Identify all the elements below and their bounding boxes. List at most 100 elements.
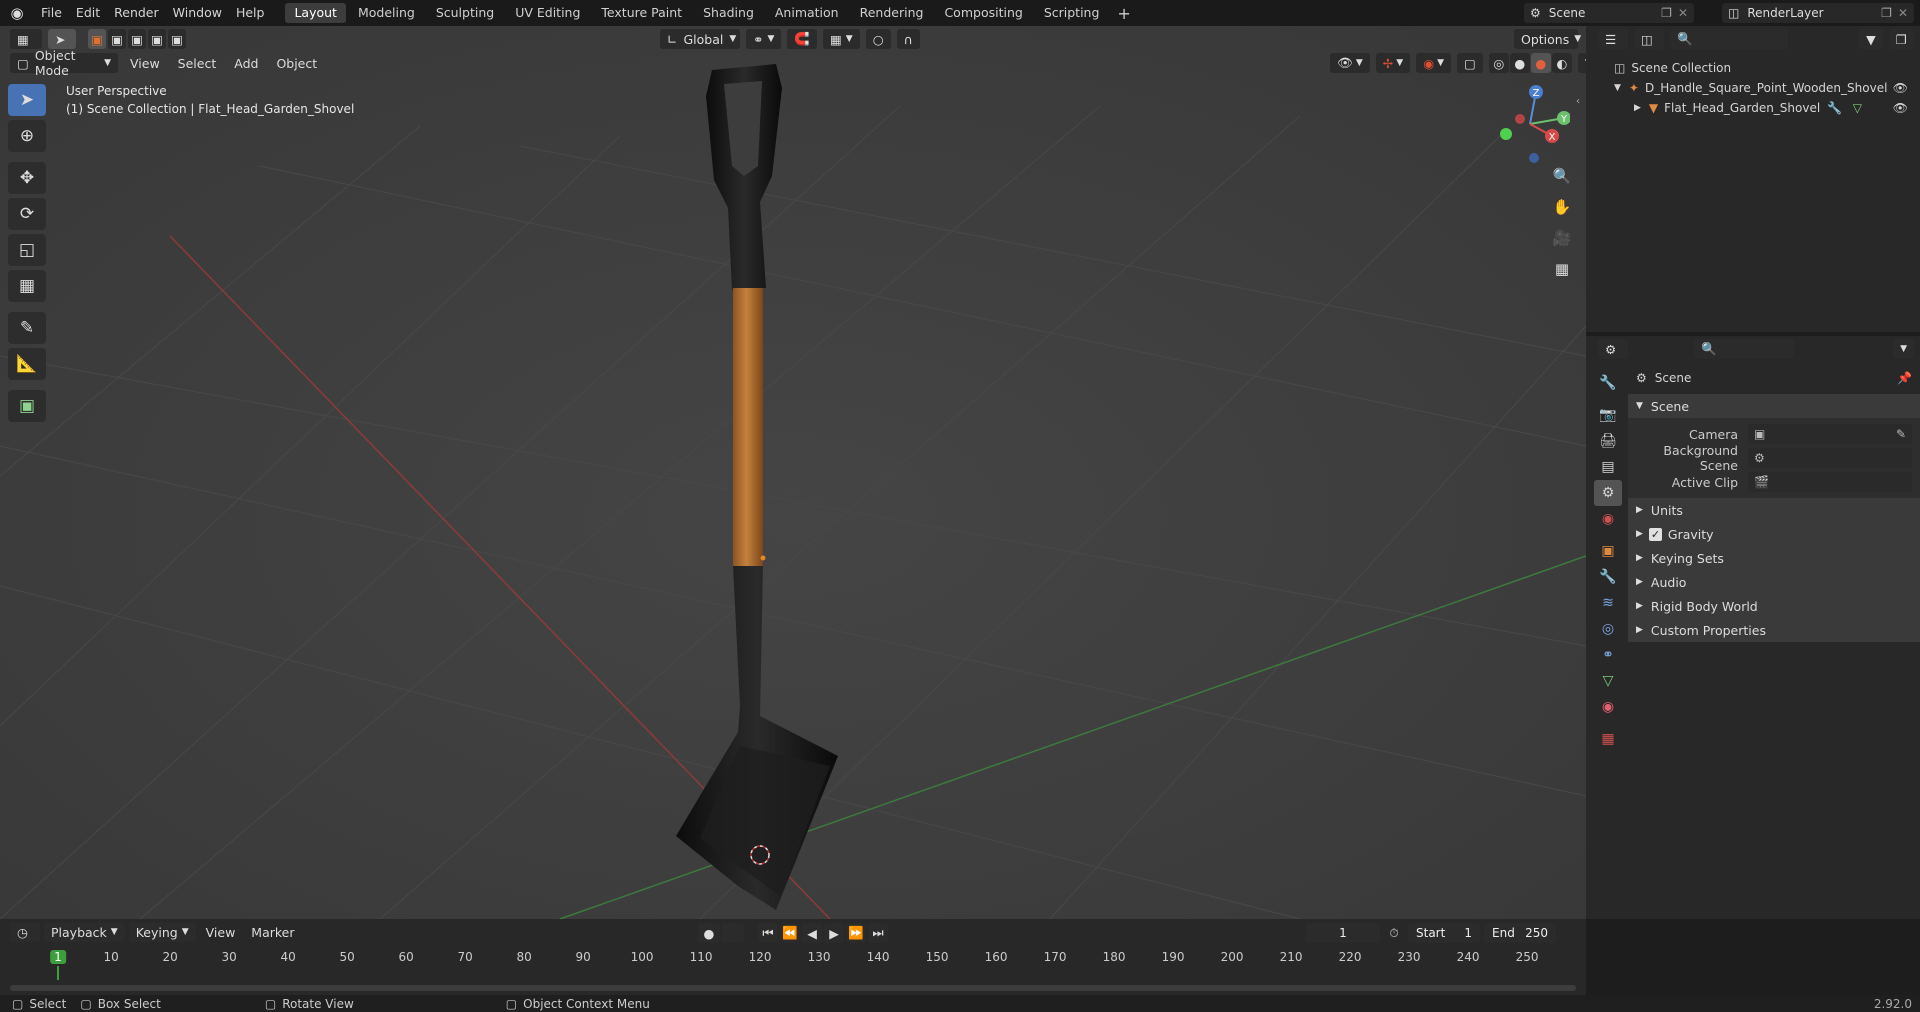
tab-layout[interactable]: Layout [285, 3, 346, 23]
view-layer-tab-icon[interactable]: ▤ [1594, 454, 1622, 480]
menu-select[interactable]: Select [172, 56, 223, 71]
select-subtract-icon[interactable]: ▣ [128, 29, 146, 49]
shading-options-icon[interactable]: ▼ [1577, 53, 1586, 73]
frame-ruler[interactable]: 1 10 20 30 40 50 60 70 80 90 100 110 120 130 140 150 160… [10, 950, 1580, 980]
tab-shading[interactable]: Shading [694, 3, 763, 23]
select-new-icon[interactable]: ▣ [88, 29, 106, 49]
play-icon[interactable]: ▶ [824, 923, 844, 943]
tab-rendering[interactable]: Rendering [851, 3, 933, 23]
select-invert-icon[interactable]: ▣ [148, 29, 166, 49]
audio-subpanel[interactable]: ▶ Audio [1628, 570, 1920, 594]
jump-end-icon[interactable]: ⏭ [868, 923, 888, 943]
data-tab-icon[interactable]: ▽ [1594, 668, 1622, 694]
constraints-tab-icon[interactable]: ⚭ [1594, 642, 1622, 668]
pivot-point-button[interactable]: ⚭ ▼ [746, 29, 782, 49]
gizmo-toggle[interactable]: ✢ ▼ [1375, 53, 1411, 73]
wireframe-shading-icon[interactable]: ◎ [1488, 53, 1509, 73]
move-tool-icon[interactable]: ✥ [8, 162, 46, 194]
active-clip-field[interactable]: 🎬 [1748, 472, 1912, 492]
proportional-falloff-button[interactable]: ∩ [896, 29, 920, 49]
outliner-editor-type-icon[interactable]: ☰ [1598, 29, 1628, 49]
menu-view[interactable]: View [124, 56, 166, 71]
mode-dropdown[interactable]: ▢ Object Mode ▼ [10, 48, 118, 78]
stopwatch-icon[interactable]: ⏱ [1384, 926, 1404, 941]
tab-animation[interactable]: Animation [766, 3, 848, 23]
orientation-dropdown[interactable]: ∟ Global ▼ [660, 29, 740, 49]
properties-options-icon[interactable]: ▼ [1893, 339, 1914, 359]
current-frame-field[interactable]: 1 [1306, 923, 1380, 943]
menu-render[interactable]: Render [107, 0, 166, 26]
copy-scene-icon[interactable]: ❐ [1661, 6, 1672, 20]
particles-tab-icon[interactable]: ≋ [1594, 590, 1622, 616]
options-button[interactable]: Options ▼ [1514, 29, 1581, 49]
record-icon[interactable]: ● [698, 923, 720, 943]
camera-view-icon[interactable]: 🎥 [1548, 224, 1576, 252]
measure-tool-icon[interactable]: 📐 [8, 348, 46, 380]
object-tab-icon[interactable]: ▣ [1594, 538, 1622, 564]
output-tab-icon[interactable]: 🖨 [1594, 428, 1622, 454]
keying-menu[interactable]: Keying ▼ [128, 922, 196, 942]
tab-scripting[interactable]: Scripting [1035, 3, 1109, 23]
menu-add[interactable]: Add [228, 56, 264, 71]
auto-key-options-icon[interactable] [722, 923, 744, 943]
delete-layer-icon[interactable]: ✕ [1898, 6, 1908, 20]
timeline-view-menu[interactable]: View [200, 925, 242, 940]
gravity-subpanel[interactable]: ▶ ✓ Gravity [1628, 522, 1920, 546]
rotate-tool-icon[interactable]: ⟳ [8, 198, 46, 230]
scale-tool-icon[interactable]: ◱ [8, 234, 46, 266]
timeline-scrollbar[interactable] [10, 985, 1576, 991]
end-frame-field[interactable]: End 250 [1484, 923, 1556, 943]
snap-target-button[interactable]: ▦ ▼ [822, 29, 860, 49]
menu-help[interactable]: Help [229, 0, 272, 26]
tab-uv-editing[interactable]: UV Editing [506, 3, 589, 23]
material-tab-icon[interactable]: ◉ [1594, 694, 1622, 720]
start-frame-field[interactable]: Start 1 [1408, 923, 1480, 943]
rigid-body-world-subpanel[interactable]: ▶ Rigid Body World [1628, 594, 1920, 618]
current-frame-indicator[interactable]: 1 [50, 950, 66, 964]
menu-window[interactable]: Window [166, 0, 229, 26]
menu-object[interactable]: Object [270, 56, 323, 71]
modifier-wrench-icon[interactable]: 🔧 [1827, 101, 1842, 115]
camera-field[interactable]: ▣ ✎ [1748, 424, 1912, 444]
snap-toggle[interactable]: 🧲 [787, 29, 817, 49]
jump-start-icon[interactable]: ⏮ [758, 923, 778, 943]
tool-tab-icon[interactable]: 🔧 [1594, 370, 1622, 396]
add-workspace-icon[interactable]: + [1111, 4, 1136, 23]
eyedropper-icon[interactable]: ✎ [1896, 427, 1906, 441]
solid-shading-icon[interactable]: ● [1509, 53, 1530, 73]
zoom-icon[interactable]: 🔍 [1548, 162, 1576, 190]
select-intersect-icon[interactable]: ▣ [168, 29, 186, 49]
tab-sculpting[interactable]: Sculpting [427, 3, 503, 23]
rendered-shading-icon[interactable]: ◐ [1551, 53, 1572, 73]
scene-panel-header[interactable]: ▼ Scene [1628, 394, 1920, 418]
properties-search-input[interactable]: 🔍 [1694, 339, 1794, 359]
outliner-search-input[interactable]: 🔍 [1670, 29, 1788, 49]
new-collection-icon[interactable]: ❐ [1888, 29, 1914, 49]
timeline-editor-type-icon[interactable]: ◷ [10, 922, 40, 942]
menu-file[interactable]: File [34, 0, 69, 26]
visibility-button[interactable]: 👁 ▼ [1330, 53, 1370, 73]
pin-icon[interactable]: 📌 [1897, 371, 1912, 385]
render-tab-icon[interactable]: 📷 [1594, 402, 1622, 428]
delete-scene-icon[interactable]: ✕ [1678, 6, 1688, 20]
background-scene-field[interactable]: ⚙ [1748, 448, 1912, 468]
timeline-marker-menu[interactable]: Marker [245, 925, 300, 940]
playback-menu[interactable]: Playback ▼ [44, 922, 125, 942]
blender-logo-icon[interactable]: ◉ [0, 0, 34, 26]
add-cube-tool-icon[interactable]: ▣ [8, 390, 46, 422]
tab-compositing[interactable]: Compositing [935, 3, 1031, 23]
outliner-item[interactable]: ▶ ▼ Flat_Head_Garden_Shovel 🔧 ▽ 👁 [1614, 98, 1920, 118]
next-keyframe-icon[interactable]: ⏩ [846, 923, 866, 943]
copy-layer-icon[interactable]: ❐ [1881, 6, 1892, 20]
annotate-tool-icon[interactable]: ✎ [8, 312, 46, 344]
transform-tool-icon[interactable]: ▦ [8, 270, 46, 302]
cursor-tool-icon[interactable]: ⊕ [8, 120, 46, 152]
view-layer-dropdown[interactable]: ◫ RenderLayer ❐ ✕ [1722, 3, 1914, 23]
gravity-checkbox[interactable]: ✓ [1648, 527, 1662, 541]
xray-toggle[interactable]: ▢ [1457, 53, 1483, 73]
modifier-tab-icon[interactable]: 🔧 [1594, 564, 1622, 590]
3d-viewport[interactable]: ▦ ➤ ▣ ▣ ▣ ▣ ▣ ∟ Global ▼ ⚭ ▼ 🧲 ▦ ▼ ○ ∩ Op… [0, 26, 1586, 919]
editor-type-button[interactable]: ▦ [10, 29, 42, 49]
tab-texture-paint[interactable]: Texture Paint [592, 3, 691, 23]
play-reverse-icon[interactable]: ◀ [802, 923, 822, 943]
